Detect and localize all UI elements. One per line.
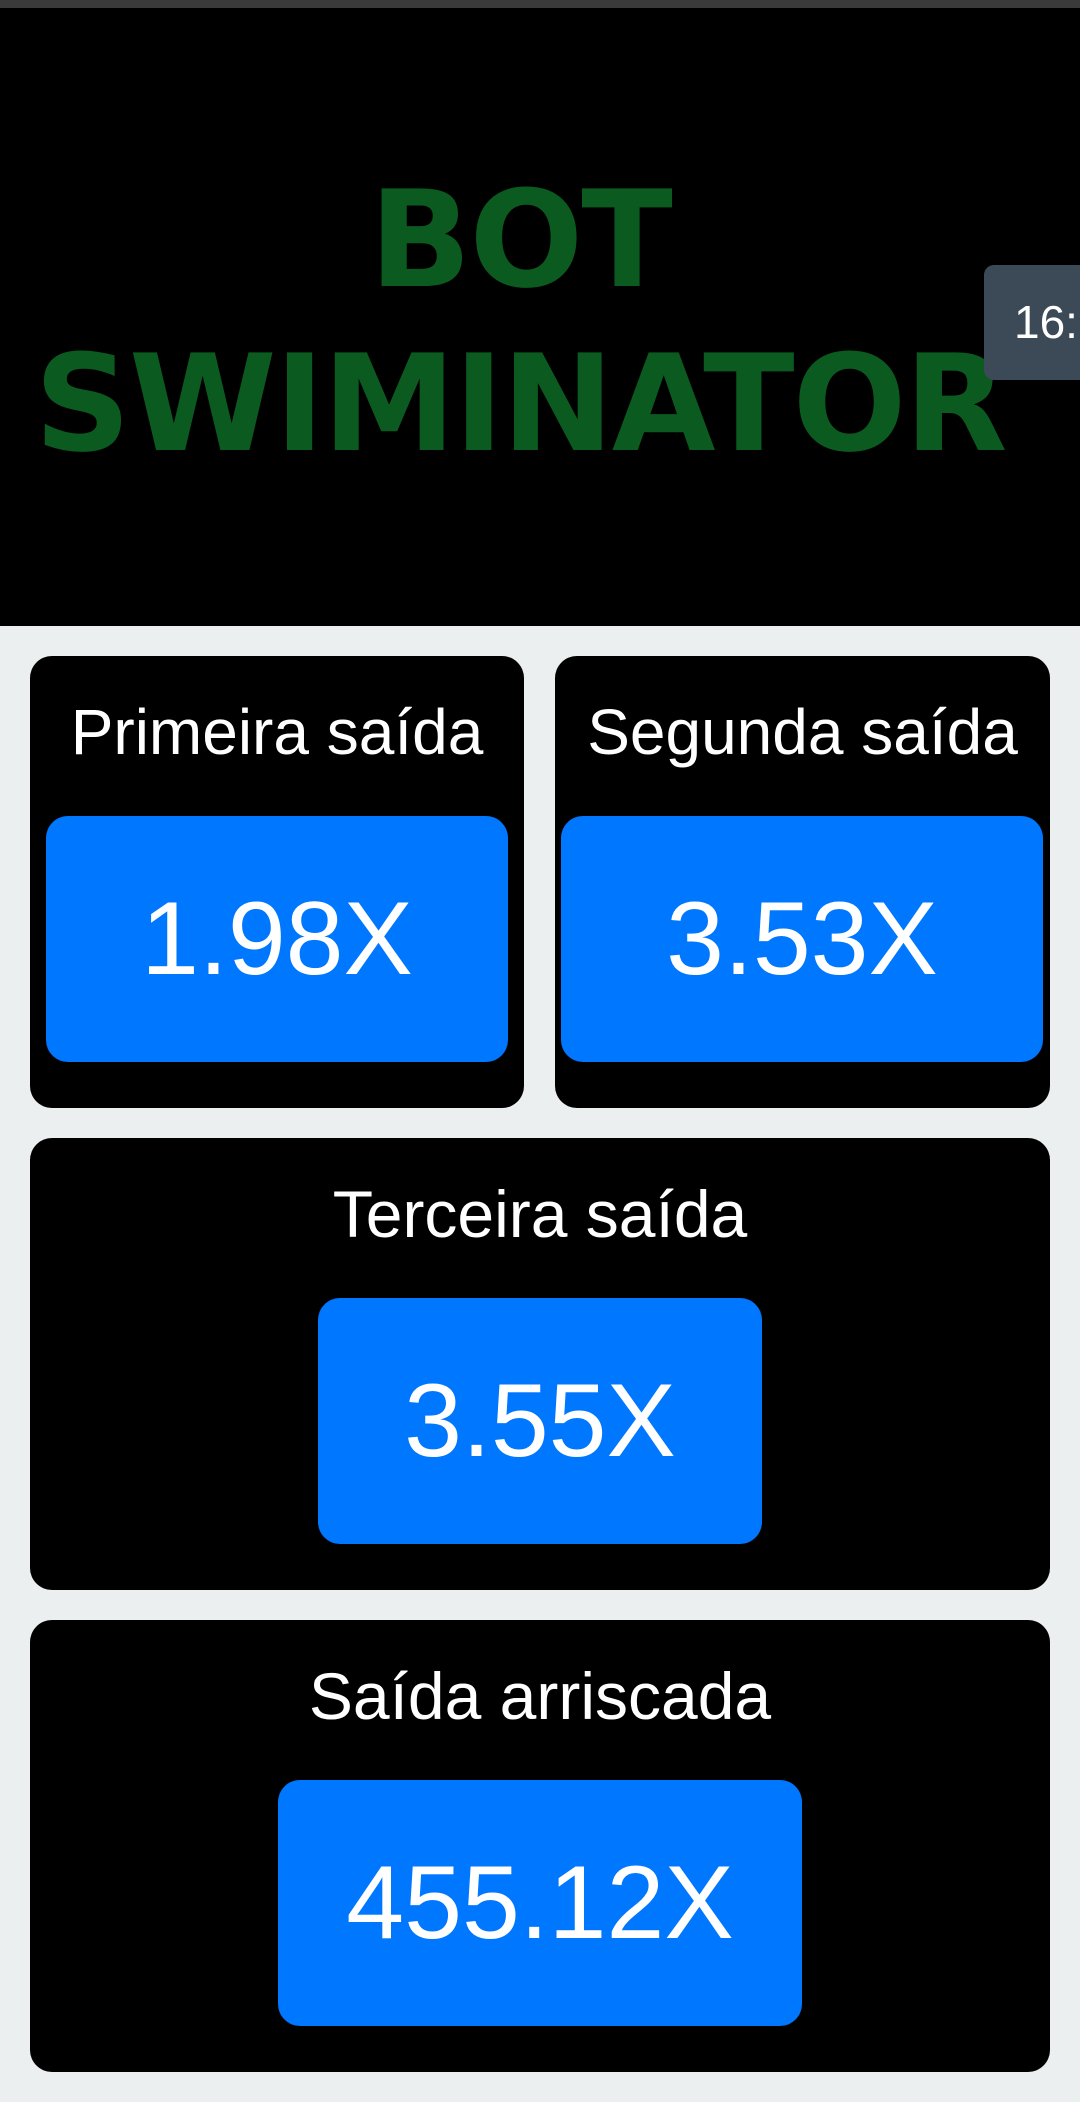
value-button[interactable]: 455.12X <box>278 1780 802 2026</box>
card-saida-arriscada: Saída arriscada 455.12X <box>30 1620 1050 2072</box>
time-badge[interactable]: 16: <box>984 265 1080 380</box>
card-segunda-saida: Segunda saída 3.53X <box>555 656 1050 1108</box>
value-button[interactable]: 1.98X <box>46 816 508 1062</box>
status-bar <box>0 0 1080 8</box>
value-button[interactable]: 3.53X <box>561 816 1043 1062</box>
app-title-line-1: BOT <box>369 162 672 318</box>
card-terceira-saida: Terceira saída 3.55X <box>30 1138 1050 1590</box>
card-label: Saída arriscada <box>308 1659 772 1733</box>
app-title-line-2: SWIMINATOR <box>34 326 1007 482</box>
card-label: Terceira saída <box>332 1177 748 1251</box>
card-primeira-saida: Primeira saída 1.98X <box>30 656 524 1108</box>
header-banner: BOT SWIMINATOR 16: <box>0 8 1080 626</box>
value-button[interactable]: 3.55X <box>318 1298 762 1544</box>
card-label: Primeira saída <box>70 696 484 768</box>
card-label: Segunda saída <box>587 696 1018 768</box>
app-title: BOT SWIMINATOR <box>0 158 1040 486</box>
